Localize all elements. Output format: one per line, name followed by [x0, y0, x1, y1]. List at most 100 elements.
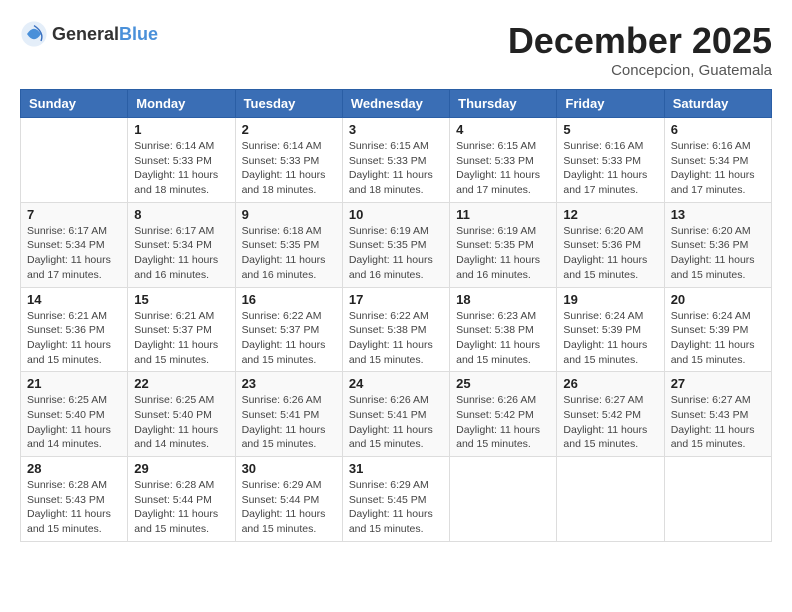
col-thursday: Thursday — [450, 90, 557, 118]
week-row-5: 28 Sunrise: 6:28 AM Sunset: 5:43 PM Dayli… — [21, 457, 772, 542]
day-info: Sunrise: 6:20 AM Sunset: 5:36 PM Dayligh… — [563, 224, 657, 283]
day-info: Sunrise: 6:28 AM Sunset: 5:44 PM Dayligh… — [134, 478, 228, 537]
calendar-cell — [21, 118, 128, 203]
col-monday: Monday — [128, 90, 235, 118]
day-number: 9 — [242, 207, 336, 222]
day-number: 8 — [134, 207, 228, 222]
calendar-cell: 1 Sunrise: 6:14 AM Sunset: 5:33 PM Daylig… — [128, 118, 235, 203]
calendar-cell: 13 Sunrise: 6:20 AM Sunset: 5:36 PM Dayli… — [664, 202, 771, 287]
day-number: 25 — [456, 376, 550, 391]
calendar-cell: 5 Sunrise: 6:16 AM Sunset: 5:33 PM Daylig… — [557, 118, 664, 203]
day-info: Sunrise: 6:23 AM Sunset: 5:38 PM Dayligh… — [456, 309, 550, 368]
day-number: 6 — [671, 122, 765, 137]
day-info: Sunrise: 6:20 AM Sunset: 5:36 PM Dayligh… — [671, 224, 765, 283]
day-number: 16 — [242, 292, 336, 307]
day-info: Sunrise: 6:14 AM Sunset: 5:33 PM Dayligh… — [242, 139, 336, 198]
day-info: Sunrise: 6:15 AM Sunset: 5:33 PM Dayligh… — [349, 139, 443, 198]
day-info: Sunrise: 6:29 AM Sunset: 5:45 PM Dayligh… — [349, 478, 443, 537]
day-number: 1 — [134, 122, 228, 137]
day-number: 3 — [349, 122, 443, 137]
calendar-cell — [450, 457, 557, 542]
day-info: Sunrise: 6:26 AM Sunset: 5:41 PM Dayligh… — [242, 393, 336, 452]
day-number: 14 — [27, 292, 121, 307]
calendar-cell: 24 Sunrise: 6:26 AM Sunset: 5:41 PM Dayli… — [342, 372, 449, 457]
logo-general: General — [52, 24, 119, 44]
logo-blue: Blue — [119, 24, 158, 44]
calendar-cell: 27Sunrise: 6:27 AM Sunset: 5:43 PM Dayli… — [664, 372, 771, 457]
calendar-cell: 17Sunrise: 6:22 AM Sunset: 5:38 PM Dayli… — [342, 287, 449, 372]
calendar-cell: 22Sunrise: 6:25 AM Sunset: 5:40 PM Dayli… — [128, 372, 235, 457]
week-row-4: 21 Sunrise: 6:25 AM Sunset: 5:40 PM Dayli… — [21, 372, 772, 457]
calendar-cell: 10 Sunrise: 6:19 AM Sunset: 5:35 PM Dayli… — [342, 202, 449, 287]
day-number: 18 — [456, 292, 550, 307]
day-info: Sunrise: 6:29 AM Sunset: 5:44 PM Dayligh… — [242, 478, 336, 537]
calendar-cell: 21 Sunrise: 6:25 AM Sunset: 5:40 PM Dayli… — [21, 372, 128, 457]
week-row-3: 14 Sunrise: 6:21 AM Sunset: 5:36 PM Dayli… — [21, 287, 772, 372]
calendar-cell: 28 Sunrise: 6:28 AM Sunset: 5:43 PM Dayli… — [21, 457, 128, 542]
day-info: Sunrise: 6:22 AM Sunset: 5:37 PM Dayligh… — [242, 309, 336, 368]
logo: GeneralBlue — [20, 20, 158, 48]
calendar-cell: 26 Sunrise: 6:27 AM Sunset: 5:42 PM Dayli… — [557, 372, 664, 457]
calendar-cell: 31 Sunrise: 6:29 AM Sunset: 5:45 PM Dayli… — [342, 457, 449, 542]
day-info: Sunrise: 6:17 AM Sunset: 5:34 PM Dayligh… — [134, 224, 228, 283]
day-info: Sunrise: 6:28 AM Sunset: 5:43 PM Dayligh… — [27, 478, 121, 537]
day-info: Sunrise: 6:19 AM Sunset: 5:35 PM Dayligh… — [349, 224, 443, 283]
day-info: Sunrise: 6:21 AM Sunset: 5:37 PM Dayligh… — [134, 309, 228, 368]
day-number: 10 — [349, 207, 443, 222]
day-info: Sunrise: 6:21 AM Sunset: 5:36 PM Dayligh… — [27, 309, 121, 368]
calendar-cell: 20 Sunrise: 6:24 AM Sunset: 5:39 PM Dayli… — [664, 287, 771, 372]
day-info: Sunrise: 6:19 AM Sunset: 5:35 PM Dayligh… — [456, 224, 550, 283]
calendar-header-row: Sunday Monday Tuesday Wednesday Thursday… — [21, 90, 772, 118]
week-row-1: 1 Sunrise: 6:14 AM Sunset: 5:33 PM Daylig… — [21, 118, 772, 203]
col-sunday: Sunday — [21, 90, 128, 118]
calendar-cell: 29Sunrise: 6:28 AM Sunset: 5:44 PM Dayli… — [128, 457, 235, 542]
day-number: 24 — [349, 376, 443, 391]
col-friday: Friday — [557, 90, 664, 118]
day-number: 23 — [242, 376, 336, 391]
calendar-cell: 23 Sunrise: 6:26 AM Sunset: 5:41 PM Dayli… — [235, 372, 342, 457]
calendar-cell: 16 Sunrise: 6:22 AM Sunset: 5:37 PM Dayli… — [235, 287, 342, 372]
calendar-cell: 12 Sunrise: 6:20 AM Sunset: 5:36 PM Dayli… — [557, 202, 664, 287]
day-info: Sunrise: 6:15 AM Sunset: 5:33 PM Dayligh… — [456, 139, 550, 198]
day-info: Sunrise: 6:26 AM Sunset: 5:42 PM Dayligh… — [456, 393, 550, 452]
day-number: 4 — [456, 122, 550, 137]
col-tuesday: Tuesday — [235, 90, 342, 118]
location-subtitle: Concepcion, Guatemala — [508, 62, 772, 79]
day-number: 7 — [27, 207, 121, 222]
day-number: 21 — [27, 376, 121, 391]
calendar-cell: 11 Sunrise: 6:19 AM Sunset: 5:35 PM Dayli… — [450, 202, 557, 287]
logo-text: GeneralBlue — [52, 24, 158, 45]
calendar-cell: 14 Sunrise: 6:21 AM Sunset: 5:36 PM Dayli… — [21, 287, 128, 372]
calendar-table: Sunday Monday Tuesday Wednesday Thursday… — [20, 89, 772, 542]
month-year-title: December 2025 — [508, 20, 772, 62]
day-info: Sunrise: 6:25 AM Sunset: 5:40 PM Dayligh… — [27, 393, 121, 452]
day-info: Sunrise: 6:25 AM Sunset: 5:40 PM Dayligh… — [134, 393, 228, 452]
day-info: Sunrise: 6:24 AM Sunset: 5:39 PM Dayligh… — [563, 309, 657, 368]
calendar-cell: 3 Sunrise: 6:15 AM Sunset: 5:33 PM Daylig… — [342, 118, 449, 203]
day-info: Sunrise: 6:27 AM Sunset: 5:43 PM Dayligh… — [671, 393, 765, 452]
day-number: 5 — [563, 122, 657, 137]
day-number: 11 — [456, 207, 550, 222]
day-number: 26 — [563, 376, 657, 391]
day-number: 13 — [671, 207, 765, 222]
day-number: 20 — [671, 292, 765, 307]
calendar-cell: 6Sunrise: 6:16 AM Sunset: 5:34 PM Daylig… — [664, 118, 771, 203]
day-info: Sunrise: 6:22 AM Sunset: 5:38 PM Dayligh… — [349, 309, 443, 368]
day-number: 12 — [563, 207, 657, 222]
day-info: Sunrise: 6:14 AM Sunset: 5:33 PM Dayligh… — [134, 139, 228, 198]
calendar-cell: 8 Sunrise: 6:17 AM Sunset: 5:34 PM Daylig… — [128, 202, 235, 287]
day-info: Sunrise: 6:18 AM Sunset: 5:35 PM Dayligh… — [242, 224, 336, 283]
day-info: Sunrise: 6:26 AM Sunset: 5:41 PM Dayligh… — [349, 393, 443, 452]
calendar-cell: 18 Sunrise: 6:23 AM Sunset: 5:38 PM Dayli… — [450, 287, 557, 372]
calendar-cell: 2Sunrise: 6:14 AM Sunset: 5:33 PM Daylig… — [235, 118, 342, 203]
day-info: Sunrise: 6:17 AM Sunset: 5:34 PM Dayligh… — [27, 224, 121, 283]
page-header: GeneralBlue December 2025 Concepcion, Gu… — [20, 20, 772, 79]
day-info: Sunrise: 6:27 AM Sunset: 5:42 PM Dayligh… — [563, 393, 657, 452]
day-number: 28 — [27, 461, 121, 476]
calendar-cell: 9 Sunrise: 6:18 AM Sunset: 5:35 PM Daylig… — [235, 202, 342, 287]
calendar-cell: 7 Sunrise: 6:17 AM Sunset: 5:34 PM Daylig… — [21, 202, 128, 287]
day-info: Sunrise: 6:16 AM Sunset: 5:33 PM Dayligh… — [563, 139, 657, 198]
day-info: Sunrise: 6:24 AM Sunset: 5:39 PM Dayligh… — [671, 309, 765, 368]
day-number: 31 — [349, 461, 443, 476]
title-section: December 2025 Concepcion, Guatemala — [508, 20, 772, 79]
